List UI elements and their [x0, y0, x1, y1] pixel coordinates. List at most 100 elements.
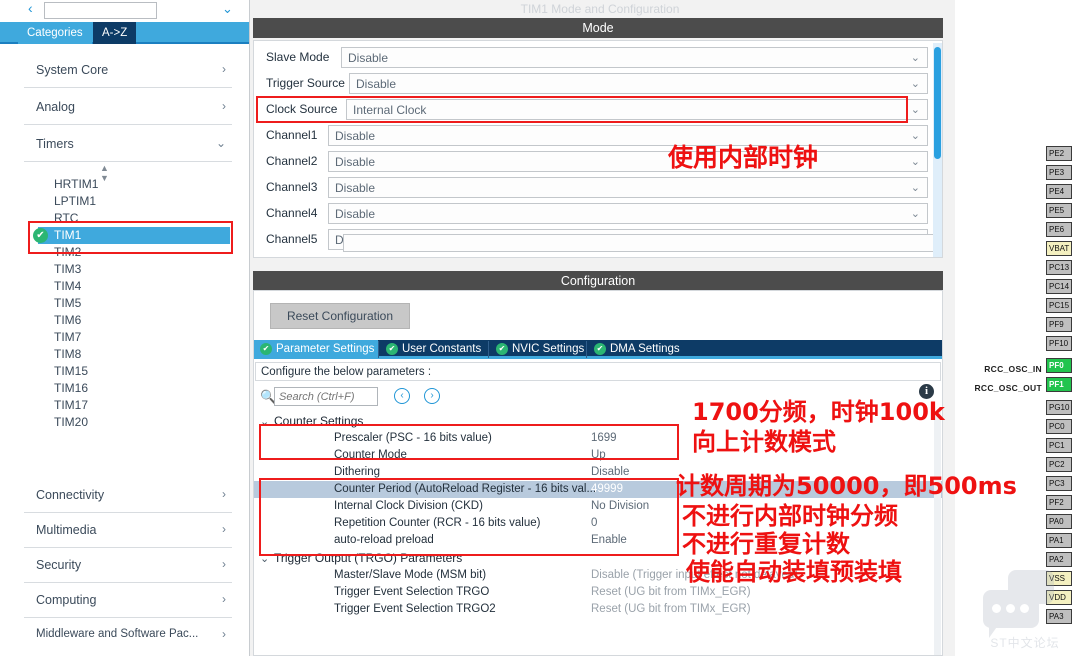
- param-row[interactable]: Master/Slave Mode (MSM bit) Disable (Trig…: [254, 567, 942, 584]
- sidebar-item-timers[interactable]: Timers ⌄: [24, 128, 232, 162]
- sidebar-item-security[interactable]: Security ›: [24, 549, 232, 583]
- mode-combo-channel3[interactable]: Disable ⌄: [328, 177, 928, 198]
- param-value[interactable]: No Division: [591, 500, 649, 512]
- pin-pc1[interactable]: PC1: [1046, 438, 1072, 453]
- param-value[interactable]: 0: [591, 517, 597, 529]
- mode-row-label: Trigger Source: [266, 76, 345, 90]
- param-group-trigger-output-trgo-parameters[interactable]: ⌄ Trigger Output (TRGO) Parameters: [254, 550, 942, 567]
- pin-pe6[interactable]: PE6: [1046, 222, 1072, 237]
- sidebar-item-label: Security: [36, 558, 82, 572]
- configuration-scrollbar[interactable]: [934, 411, 941, 655]
- param-value[interactable]: Reset (UG bit from TIMx_EGR): [591, 586, 751, 598]
- tab-a-to-z[interactable]: A->Z: [93, 22, 137, 44]
- param-value[interactable]: Up: [591, 449, 606, 461]
- pin-pc15[interactable]: PC15: [1046, 298, 1072, 313]
- param-row[interactable]: Counter Period (AutoReload Register - 16…: [254, 481, 942, 498]
- param-row[interactable]: Counter Mode Up: [254, 447, 942, 464]
- pin-pe5[interactable]: PE5: [1046, 203, 1072, 218]
- timer-item-rtc[interactable]: RTC: [38, 210, 230, 227]
- param-row[interactable]: auto-reload preload Enable: [254, 532, 942, 549]
- pin-vbat[interactable]: VBAT: [1046, 241, 1072, 256]
- sidebar-item-connectivity[interactable]: Connectivity ›: [24, 479, 232, 513]
- pin-pc3[interactable]: PC3: [1046, 476, 1072, 491]
- timer-item-label: TIM5: [54, 296, 82, 310]
- pin-pf2[interactable]: PF2: [1046, 495, 1072, 510]
- pin-pg10[interactable]: PG10: [1046, 400, 1072, 415]
- pin-pf0[interactable]: PF0: [1046, 358, 1072, 373]
- pin-pe4[interactable]: PE4: [1046, 184, 1072, 199]
- sidebar-item-system-core[interactable]: System Core ›: [24, 54, 232, 88]
- param-value[interactable]: Disable: [591, 466, 629, 478]
- timer-item-tim16[interactable]: TIM16: [38, 380, 230, 397]
- chevron-down-icon: ⌄: [260, 416, 270, 428]
- pin-pe3[interactable]: PE3: [1046, 165, 1072, 180]
- mode-combo-channel4[interactable]: Disable ⌄: [328, 203, 928, 224]
- param-value[interactable]: Disable (Trigger input effect not delaye…: [591, 569, 798, 581]
- tab-parameter-settings[interactable]: ✔ Parameter Settings: [254, 340, 378, 359]
- param-value[interactable]: 49999: [591, 483, 623, 495]
- mode-combo-channel2[interactable]: Disable ⌄: [328, 151, 928, 172]
- mode-row-label: Channel2: [266, 154, 318, 168]
- search-prev-button[interactable]: ‹: [394, 388, 410, 404]
- search-input[interactable]: [274, 387, 378, 406]
- timer-item-tim1[interactable]: ✔ TIM1: [33, 227, 230, 244]
- timer-item-tim5[interactable]: TIM5: [38, 295, 230, 312]
- mode-combo-slave-mode[interactable]: Disable ⌄: [341, 47, 928, 68]
- mode-header: Mode: [253, 18, 943, 38]
- sidebar-item-analog[interactable]: Analog ›: [24, 91, 232, 125]
- tab-nvic-settings[interactable]: ✔ NVIC Settings: [490, 340, 586, 359]
- sidebar-item-computing[interactable]: Computing ›: [24, 584, 232, 618]
- mode-combo-channel1[interactable]: Disable ⌄: [328, 125, 928, 146]
- timer-item-tim15[interactable]: TIM15: [38, 363, 230, 380]
- configure-hint-text: Configure the below parameters :: [261, 366, 432, 378]
- param-row[interactable]: Trigger Event Selection TRGO Reset (UG bi…: [254, 584, 942, 601]
- param-row[interactable]: Internal Clock Division (CKD) No Division: [254, 498, 942, 515]
- pin-pc13[interactable]: PC13: [1046, 260, 1072, 275]
- mode-combo-clock-source[interactable]: Internal Clock ⌄: [346, 99, 928, 120]
- param-value[interactable]: Enable: [591, 534, 627, 546]
- param-group-counter-settings[interactable]: ⌄ Counter Settings: [254, 413, 942, 430]
- sidebar-item-multimedia[interactable]: Multimedia ›: [24, 514, 232, 548]
- tab-categories[interactable]: Categories: [18, 22, 92, 44]
- reset-configuration-button[interactable]: Reset Configuration: [270, 303, 410, 329]
- param-row[interactable]: Dithering Disable: [254, 464, 942, 481]
- mode-combo-trigger-source[interactable]: Disable ⌄: [349, 73, 928, 94]
- sidebar-item-middleware[interactable]: Middleware and Software Pac... ›: [24, 619, 232, 653]
- pin-pf1[interactable]: PF1: [1046, 377, 1072, 392]
- timer-item-tim8[interactable]: TIM8: [38, 346, 230, 363]
- timer-item-lptim1[interactable]: LPTIM1: [38, 193, 230, 210]
- pin-pf10[interactable]: PF10: [1046, 336, 1072, 351]
- search-next-button[interactable]: ›: [424, 388, 440, 404]
- pin-pc0[interactable]: PC0: [1046, 419, 1072, 434]
- param-row[interactable]: Trigger Event Selection TRGO2 Reset (UG b…: [254, 601, 942, 618]
- info-icon[interactable]: i: [919, 384, 934, 399]
- pin-pc14[interactable]: PC14: [1046, 279, 1072, 294]
- param-value[interactable]: 1699: [591, 432, 617, 444]
- timer-item-tim6[interactable]: TIM6: [38, 312, 230, 329]
- mode-scrollbar-thumb[interactable]: [934, 47, 941, 159]
- timer-item-tim4[interactable]: TIM4: [38, 278, 230, 295]
- pin-pc2[interactable]: PC2: [1046, 457, 1072, 472]
- mode-row-clipped[interactable]: [343, 234, 940, 252]
- timer-item-tim17[interactable]: TIM17: [38, 397, 230, 414]
- param-row[interactable]: Repetition Counter (RCR - 16 bits value)…: [254, 515, 942, 532]
- sidebar-item-label: System Core: [36, 63, 109, 77]
- pin-pf9[interactable]: PF9: [1046, 317, 1072, 332]
- pin-pa0[interactable]: PA0: [1046, 514, 1072, 529]
- app-window: ‹ ⌄ Categories A->Z System Core › Analog…: [0, 0, 1078, 656]
- param-value[interactable]: Reset (UG bit from TIMx_EGR): [591, 603, 751, 615]
- timer-item-hrtim1[interactable]: HRTIM1: [38, 176, 230, 193]
- timer-item-tim2[interactable]: TIM2: [38, 244, 230, 261]
- tab-user-constants[interactable]: ✔ User Constants: [380, 340, 488, 359]
- pin-pe2[interactable]: PE2: [1046, 146, 1072, 161]
- tab-dma-settings[interactable]: ✔ DMA Settings: [588, 340, 684, 359]
- pin-pa2[interactable]: PA2: [1046, 552, 1072, 567]
- timer-item-tim3[interactable]: TIM3: [38, 261, 230, 278]
- pin-pa1[interactable]: PA1: [1046, 533, 1072, 548]
- sidebar-search-input[interactable]: [44, 2, 157, 19]
- timer-item-tim7[interactable]: TIM7: [38, 329, 230, 346]
- param-row[interactable]: Prescaler (PSC - 16 bits value) 1699: [254, 430, 942, 447]
- timer-item-tim20[interactable]: TIM20: [38, 414, 230, 431]
- chevron-down-icon[interactable]: ⌄: [222, 2, 236, 16]
- timer-item-label: TIM17: [54, 398, 89, 412]
